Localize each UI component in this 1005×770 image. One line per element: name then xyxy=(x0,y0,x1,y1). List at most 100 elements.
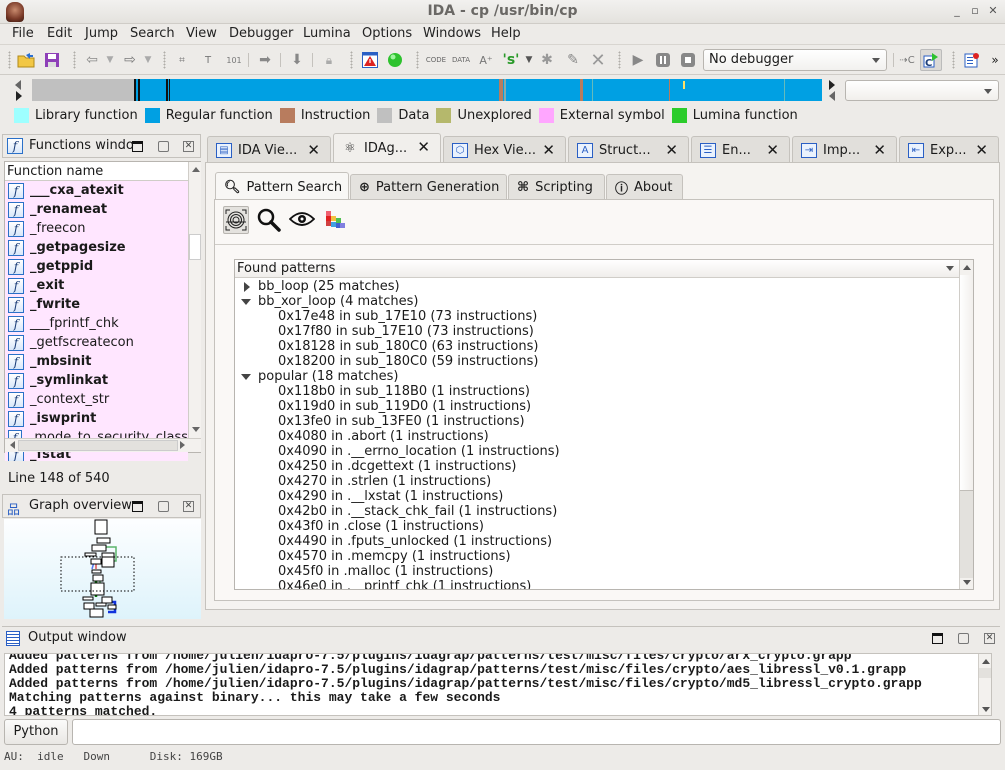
menu-options[interactable]: Options xyxy=(362,26,412,41)
output-log[interactable]: Added patterns from /home/julien/idapro-… xyxy=(4,653,992,716)
pattern-match[interactable]: 0x17f80 in sub_17E10 (73 instructions) xyxy=(278,324,534,339)
debugger-select[interactable]: No debugger xyxy=(703,49,887,71)
close-window-button[interactable]: ✕ xyxy=(987,5,999,17)
search-binary-icon[interactable]: ⌗ xyxy=(172,50,192,70)
function-row[interactable]: f _exit xyxy=(5,276,188,295)
collapsed-arrow-icon[interactable] xyxy=(244,282,250,292)
pattern-match[interactable]: 0x119d0 in sub_119D0 (1 instructions) xyxy=(278,399,531,414)
menu-jump[interactable]: Jump xyxy=(85,26,118,41)
function-row[interactable]: f _getfscreatecon xyxy=(5,333,188,352)
scrollbar-thumb[interactable] xyxy=(960,490,973,578)
menu-windows[interactable]: Windows xyxy=(423,26,481,41)
function-row[interactable]: f _fwrite xyxy=(5,295,188,314)
undefine-icon[interactable]: ✱ xyxy=(537,50,557,70)
scrollbar-thumb[interactable] xyxy=(979,668,991,678)
jump-down-icon[interactable]: ⬇ xyxy=(287,50,307,70)
subtab-scripting[interactable]: ⌘ Scripting xyxy=(508,174,605,200)
tab-graph-network[interactable]: ⚛ IDAg... ✕ xyxy=(333,133,441,163)
nav-scroll-left-icon[interactable] xyxy=(829,91,835,101)
search-immediate-icon[interactable]: 101 xyxy=(224,50,244,70)
toolbar-grip[interactable] xyxy=(163,51,166,69)
maximize-panel-icon[interactable] xyxy=(932,633,943,644)
tab-enums[interactable]: ☰ En... ✕ xyxy=(691,136,790,163)
scroll-down-icon[interactable] xyxy=(982,707,990,712)
close-tab-icon[interactable]: ✕ xyxy=(417,138,430,156)
pattern-match[interactable]: 0x4570 in .memcpy (1 instructions) xyxy=(278,549,511,564)
subtab-about[interactable]: ⓘ About xyxy=(606,174,683,200)
expanded-arrow-icon[interactable] xyxy=(241,374,251,380)
switch-debugger-icon[interactable]: ⇢C xyxy=(897,50,917,70)
pattern-match[interactable]: 0x118b0 in sub_118B0 (1 instructions) xyxy=(278,384,530,399)
nav-left-arrow-icon[interactable] xyxy=(15,80,21,90)
maximize-panel-icon[interactable] xyxy=(132,501,143,512)
function-row[interactable]: f _context_str xyxy=(5,390,188,409)
minimize-button[interactable]: _ xyxy=(951,5,963,17)
tab-imports[interactable]: ⇥ Imp... ✕ xyxy=(792,136,897,163)
close-panel-icon[interactable]: ✕ xyxy=(183,141,194,152)
toolbar-grip[interactable] xyxy=(8,51,11,69)
output-vertical-scrollbar[interactable] xyxy=(978,654,991,715)
function-row[interactable]: f _iswprint xyxy=(5,409,188,428)
maximize-button[interactable]: ▫ xyxy=(969,5,981,17)
search-text-icon[interactable]: T xyxy=(198,50,218,70)
function-row[interactable]: f _mbsinit xyxy=(5,352,188,371)
function-row[interactable]: f _getpagesize xyxy=(5,238,188,257)
function-row[interactable]: f _getppid xyxy=(5,257,188,276)
menu-view[interactable]: View xyxy=(186,26,217,41)
pattern-match[interactable]: 0x4090 in .__errno_location (1 instructi… xyxy=(278,444,560,459)
tab-exports[interactable]: ⇤ Exp... ✕ xyxy=(899,136,999,163)
patterns-vertical-scrollbar[interactable] xyxy=(959,260,973,589)
pattern-match[interactable]: 0x4080 in .abort (1 instructions) xyxy=(278,429,489,444)
function-row[interactable]: f _renameat xyxy=(5,200,188,219)
pattern-match[interactable]: 0x4290 in .__lxstat (1 instructions) xyxy=(278,489,503,504)
scroll-up-icon[interactable] xyxy=(982,659,990,664)
toolbar-grip[interactable] xyxy=(416,51,419,69)
eye-icon[interactable] xyxy=(288,210,316,231)
close-panel-icon[interactable]: ✕ xyxy=(183,501,194,512)
struct-dropdown-icon[interactable]: ▼ xyxy=(519,50,539,70)
pattern-match[interactable]: 0x46e0 in .__printf_chk (1 instructions) xyxy=(278,579,531,589)
forward-icon[interactable]: ⇨ xyxy=(120,50,140,70)
pattern-match[interactable]: 0x17e48 in sub_17E10 (73 instructions) xyxy=(278,309,537,324)
close-tab-icon[interactable]: ✕ xyxy=(766,141,779,159)
pattern-match[interactable]: 0x45f0 in .malloc (1 instructions) xyxy=(278,564,493,579)
functions-horizontal-scrollbar[interactable] xyxy=(5,438,201,452)
pattern-match[interactable]: 0x18200 in sub_180C0 (59 instructions) xyxy=(278,354,538,369)
pattern-match[interactable]: 0x4490 in .fputs_unlocked (1 instruction… xyxy=(278,534,552,549)
scrollbar-thumb[interactable] xyxy=(189,234,201,260)
functions-vertical-scrollbar[interactable] xyxy=(188,162,201,438)
code-icon[interactable]: CODE xyxy=(426,50,446,70)
menu-lumina[interactable]: Lumina xyxy=(303,26,351,41)
play-icon[interactable]: ▶ xyxy=(628,50,648,70)
open-icon[interactable] xyxy=(16,50,36,70)
float-panel-icon[interactable] xyxy=(958,633,969,644)
back-icon[interactable]: ⇦ xyxy=(82,50,102,70)
function-row[interactable]: f _freecon xyxy=(5,219,188,238)
pattern-match[interactable]: 0x43f0 in .close (1 instructions) xyxy=(278,519,484,534)
nav-segment-select[interactable] xyxy=(845,80,999,101)
column-header-function-name[interactable]: Function name xyxy=(5,162,188,181)
subtab-pattern-search[interactable]: 🔍︎ Pattern Search xyxy=(215,172,349,201)
search-icon[interactable] xyxy=(257,208,281,235)
scroll-down-icon[interactable] xyxy=(963,580,971,585)
report-icon[interactable] xyxy=(962,50,982,70)
pattern-match[interactable]: 0x42b0 in .__stack_chk_fail (1 instructi… xyxy=(278,504,557,519)
decompile-icon[interactable]: C xyxy=(920,49,942,71)
close-tab-icon[interactable]: ✕ xyxy=(307,141,320,159)
pause-icon[interactable] xyxy=(653,50,673,70)
rename-icon[interactable]: ✎ xyxy=(563,50,583,70)
toolbar-grip[interactable] xyxy=(350,51,353,69)
scroll-right-icon[interactable] xyxy=(180,441,185,449)
lock-icon[interactable]: 🔒︎ xyxy=(319,50,339,70)
close-tab-icon[interactable]: ✕ xyxy=(542,141,555,159)
tab-ida-view[interactable]: ▤ IDA Vie... ✕ xyxy=(207,136,331,163)
scrollbar-track[interactable] xyxy=(960,275,973,490)
scroll-down-icon[interactable] xyxy=(192,427,200,432)
nav-scroll-right-icon[interactable] xyxy=(829,80,835,90)
function-row[interactable]: f ___cxa_atexit xyxy=(5,181,188,200)
pattern-group[interactable]: popular (18 matches) xyxy=(258,369,398,384)
menu-file[interactable]: File xyxy=(12,26,34,41)
close-tab-icon[interactable]: ✕ xyxy=(975,141,988,159)
menu-search[interactable]: Search xyxy=(130,26,175,41)
toolbar-grip[interactable] xyxy=(73,51,76,69)
